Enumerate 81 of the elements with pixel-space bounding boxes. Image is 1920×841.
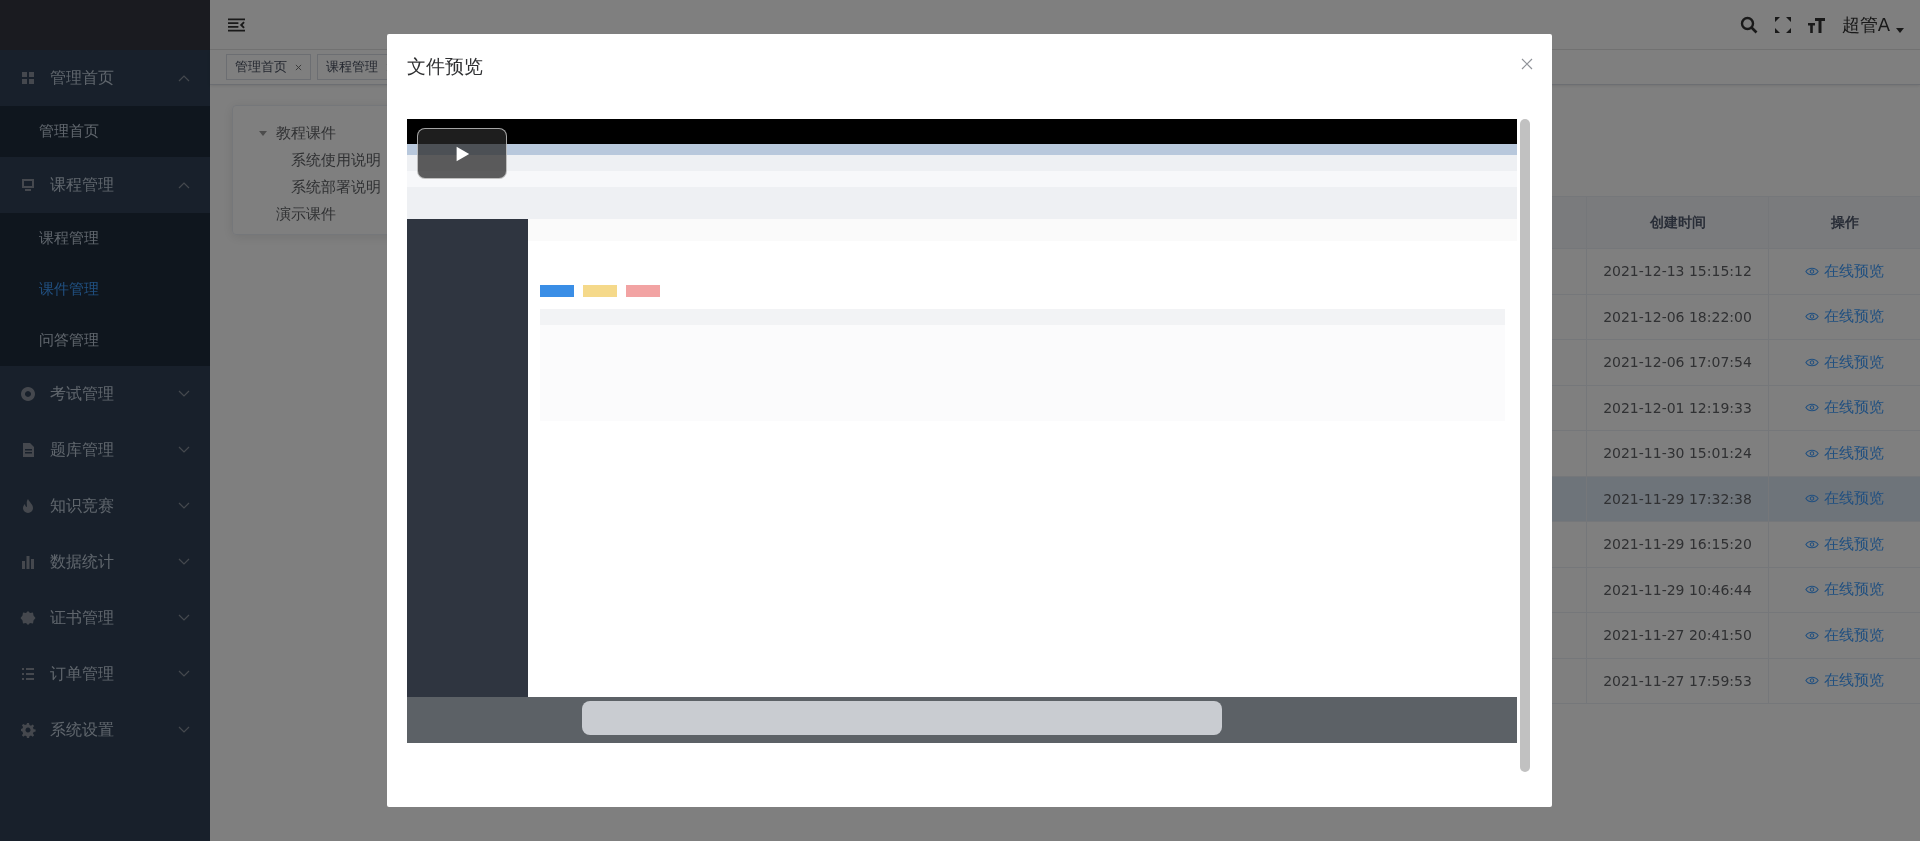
play-button[interactable] — [417, 128, 507, 179]
chevron-down-icon — [178, 502, 190, 510]
table-cell: 2021-11-29 10:46:44 — [1586, 567, 1768, 612]
menu-icon — [20, 610, 36, 626]
menu-icon — [20, 554, 36, 570]
sidebar-group[interactable]: 数据统计 — [0, 534, 210, 590]
tree-item[interactable]: 教程课件 — [276, 124, 336, 143]
chevron-down-icon — [178, 726, 190, 734]
preview-link[interactable]: 在线预览 — [1805, 534, 1884, 554]
sidebar-group[interactable]: 知识竞赛 — [0, 478, 210, 534]
chevron-down-icon — [178, 670, 190, 678]
fullscreen-icon[interactable] — [1773, 15, 1792, 34]
sidebar-item[interactable]: 课件管理 — [0, 264, 210, 315]
table-cell: 2021-11-27 20:41:50 — [1586, 613, 1768, 658]
preview-link[interactable]: 在线预览 — [1805, 580, 1884, 600]
eye-icon — [1805, 266, 1819, 276]
sidebar-item[interactable]: 课程管理 — [0, 213, 210, 264]
sidebar-group[interactable]: 管理首页 — [0, 50, 210, 106]
menu-icon — [20, 386, 36, 402]
chevron-down-icon — [178, 614, 190, 622]
chevron-up-icon — [178, 181, 190, 189]
tag-label[interactable]: 管理首页 — [235, 58, 287, 76]
caret-icon[interactable] — [1896, 28, 1904, 33]
chevron-down-icon — [178, 390, 190, 398]
eye-icon — [1805, 448, 1819, 458]
table-cell: 2021-11-29 16:15:20 — [1586, 522, 1768, 567]
eye-icon — [1805, 494, 1819, 504]
table-cell: 2021-11-30 15:01:24 — [1586, 431, 1768, 476]
preview-link[interactable]: 在线预览 — [1805, 398, 1884, 418]
tree-item[interactable]: 演示课件 — [276, 205, 336, 224]
scrollbar[interactable] — [1520, 119, 1530, 772]
sidebar-group[interactable]: 证书管理 — [0, 590, 210, 646]
preview-link[interactable]: 在线预览 — [1805, 261, 1884, 281]
chevron-down-icon — [178, 558, 190, 566]
eye-icon — [1805, 676, 1819, 686]
preview-link[interactable]: 在线预览 — [1805, 352, 1884, 372]
eye-icon — [1805, 312, 1819, 322]
table-cell: 2021-12-01 12:19:33 — [1586, 385, 1768, 430]
eye-icon — [1805, 585, 1819, 595]
tag[interactable]: 管理首页 — [226, 54, 311, 80]
sidebar-group[interactable]: 考试管理 — [0, 366, 210, 422]
eye-icon — [1805, 539, 1819, 549]
eye-icon — [1805, 357, 1819, 367]
tag-label[interactable]: 课程管理 — [326, 58, 378, 76]
menu-icon — [20, 498, 36, 514]
search-icon[interactable] — [1739, 15, 1758, 34]
user-menu[interactable]: 超管A — [1841, 12, 1890, 37]
sidebar-group[interactable]: 订单管理 — [0, 646, 210, 702]
sidebar-item[interactable]: 问答管理 — [0, 315, 210, 366]
preview-link[interactable]: 在线预览 — [1805, 489, 1884, 509]
sidebar-group[interactable]: 系统设置 — [0, 702, 210, 758]
table-cell: 2021-11-27 17:59:53 — [1586, 658, 1768, 703]
eye-icon — [1805, 403, 1819, 413]
close-icon[interactable] — [295, 63, 302, 71]
tree-item[interactable]: 系统部署说明 — [291, 178, 381, 197]
menu-icon — [20, 442, 36, 458]
menu-icon — [20, 722, 36, 738]
preview-link[interactable]: 在线预览 — [1805, 625, 1884, 645]
eye-icon — [1805, 630, 1819, 640]
table-cell: 2021-12-06 17:07:54 — [1586, 340, 1768, 385]
chevron-up-icon — [178, 74, 190, 82]
table-cell: 2021-11-29 17:32:38 — [1586, 476, 1768, 521]
tree-item[interactable]: 系统使用说明 — [291, 151, 381, 170]
column-header: 创建时间 — [1586, 197, 1768, 248]
preview-link[interactable]: 在线预览 — [1805, 671, 1884, 691]
table-cell: 2021-12-13 15:15:12 — [1586, 249, 1768, 294]
sidebar-group[interactable]: 题库管理 — [0, 422, 210, 478]
table-cell: 2021-12-06 18:22:00 — [1586, 294, 1768, 339]
dialog-title: 文件预览 — [407, 54, 483, 78]
sidebar-group[interactable]: 课程管理 — [0, 157, 210, 213]
sidebar-item[interactable]: 管理首页 — [0, 106, 210, 157]
preview-link[interactable]: 在线预览 — [1805, 443, 1884, 463]
column-header: 操作 — [1768, 197, 1920, 248]
preview-link[interactable]: 在线预览 — [1805, 307, 1884, 327]
menu-icon — [20, 177, 36, 193]
chevron-down-icon — [178, 446, 190, 454]
menu-icon — [20, 70, 36, 86]
menu-icon — [20, 666, 36, 682]
font-size-icon[interactable] — [1807, 15, 1826, 34]
close-icon[interactable] — [1521, 58, 1533, 70]
menu-icon[interactable] — [228, 17, 245, 32]
